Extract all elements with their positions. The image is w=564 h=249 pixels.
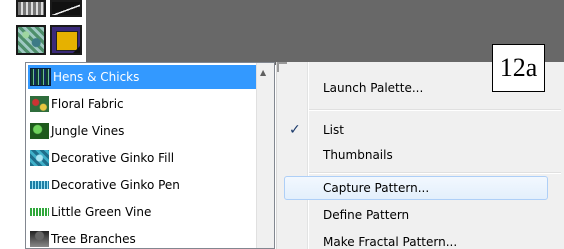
list-item[interactable]: Little Green Vine (28, 200, 256, 224)
list-item-label: Decorative Ginko Pen (51, 178, 180, 192)
pattern-swatch[interactable] (50, 25, 82, 55)
pattern-swatch-palette (10, 0, 86, 65)
list-item[interactable]: Tree Branches (28, 227, 256, 248)
menu-separator (309, 109, 561, 111)
pattern-swatch[interactable] (16, 25, 46, 55)
check-mark-icon: ✓ (289, 122, 301, 138)
list-item[interactable]: Jungle Vines (28, 119, 256, 143)
pattern-list[interactable]: Hens & Chicks Floral Fabric Jungle Vines… (25, 62, 275, 249)
pattern-swatch[interactable] (50, 0, 82, 17)
menu-separator (309, 172, 561, 174)
pattern-swatch[interactable] (16, 0, 46, 17)
tree-branches-pattern-icon (30, 231, 49, 247)
menu-item-list[interactable]: List (323, 123, 344, 137)
list-item[interactable]: Floral Fabric (28, 92, 256, 116)
scroll-up-arrow-icon[interactable]: ▲ (260, 69, 266, 77)
list-item[interactable]: Hens & Chicks (28, 65, 256, 89)
ginko-fill-pattern-icon (30, 150, 49, 166)
menu-item-launch-palette[interactable]: Launch Palette... (323, 81, 423, 95)
menu-item-make-fractal-pattern[interactable]: Make Fractal Pattern... (323, 235, 457, 249)
menu-item-define-pattern[interactable]: Define Pattern (323, 208, 409, 222)
list-item-label: Jungle Vines (51, 124, 125, 138)
menu-grip-icon (277, 62, 287, 72)
list-item[interactable]: Decorative Ginko Pen (28, 173, 256, 197)
figure-label: 12a (492, 44, 545, 92)
background-panel (10, 0, 564, 65)
ginko-pen-pattern-icon (30, 181, 49, 189)
list-item-label: Tree Branches (51, 232, 136, 246)
menu-gutter-divider (307, 62, 309, 249)
jungle-vines-pattern-icon (30, 123, 49, 139)
menu-item-capture-pattern[interactable]: Capture Pattern... (323, 181, 429, 195)
list-item-label: Floral Fabric (51, 97, 124, 111)
list-item-label: Hens & Chicks (53, 70, 140, 84)
floral-fabric-pattern-icon (30, 96, 49, 112)
menu-item-thumbnails[interactable]: Thumbnails (323, 148, 393, 162)
list-scrollbar[interactable]: ▲ (256, 63, 274, 248)
list-item-label: Decorative Ginko Fill (51, 151, 175, 165)
green-vine-pattern-icon (30, 208, 49, 216)
hens-chicks-pattern-icon (30, 68, 51, 86)
list-item-label: Little Green Vine (51, 205, 152, 219)
list-item[interactable]: Decorative Ginko Fill (28, 146, 256, 170)
